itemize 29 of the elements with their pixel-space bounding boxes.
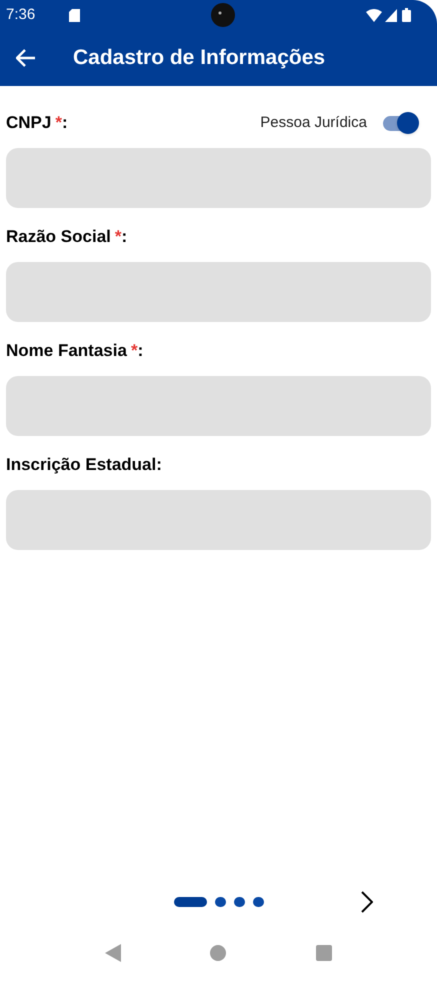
label-colon: : [62, 112, 68, 134]
label-colon: : [138, 340, 144, 362]
required-marker: * [55, 112, 62, 134]
battery-icon [402, 8, 411, 22]
field-label: Razão Social [6, 226, 111, 248]
camera-icon [210, 2, 236, 28]
nav-back-icon[interactable] [104, 944, 121, 962]
nav-recents-icon[interactable] [316, 945, 332, 961]
required-marker: * [130, 340, 138, 362]
field-label: Nome Fantasia [6, 340, 127, 362]
wifi-icon [366, 8, 382, 22]
text-field[interactable] [6, 376, 431, 436]
text-field[interactable] [6, 262, 431, 322]
status-time: 7:36 [6, 4, 36, 25]
signal-icon [385, 8, 397, 22]
back-arrow-icon [16, 49, 36, 67]
required-marker: * [114, 226, 122, 248]
sim-card-icon [69, 8, 80, 22]
toggle-label: Pessoa Jurídica [260, 112, 367, 133]
label-colon: : [156, 454, 162, 476]
text-field[interactable] [6, 490, 431, 550]
chevron-right-icon [361, 891, 373, 913]
nav-home-icon[interactable] [210, 945, 226, 961]
app-bar-title: Cadastro de Informações [73, 45, 326, 72]
field-label: Inscrição Estadual [6, 454, 156, 476]
text-field[interactable] [6, 148, 431, 208]
toggle-switch[interactable] [381, 111, 419, 135]
label-colon: : [122, 226, 128, 248]
field-label: CNPJ [6, 112, 52, 134]
